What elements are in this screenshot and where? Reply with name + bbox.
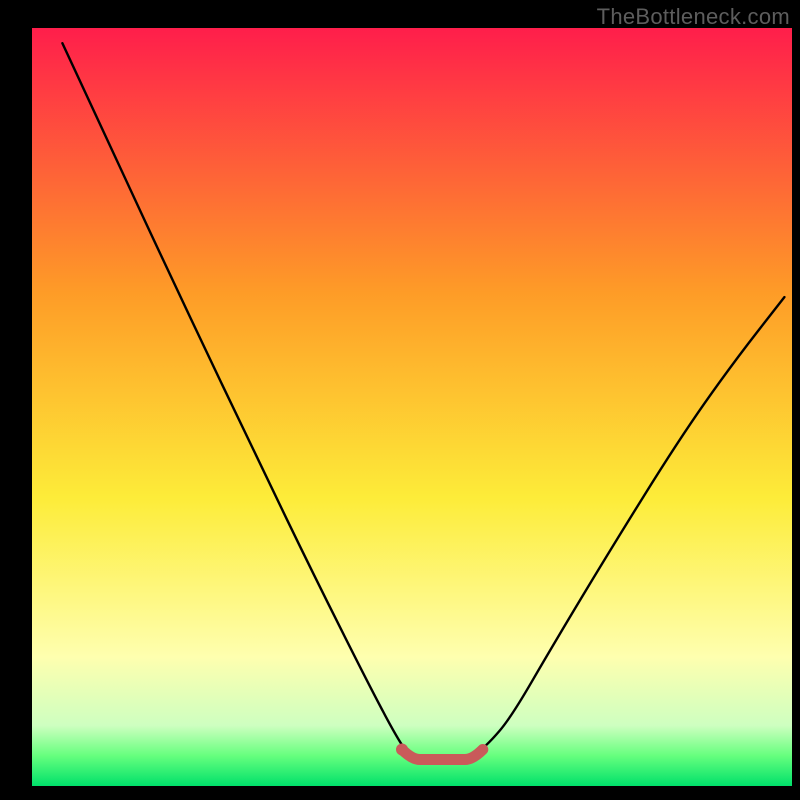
watermark: TheBottleneck.com <box>597 4 790 30</box>
chart-container: { "watermark": "TheBottleneck.com", "col… <box>0 0 800 800</box>
bottleneck-chart <box>0 0 800 800</box>
plot-area <box>32 28 792 786</box>
flat-minimum-dot <box>396 744 408 756</box>
